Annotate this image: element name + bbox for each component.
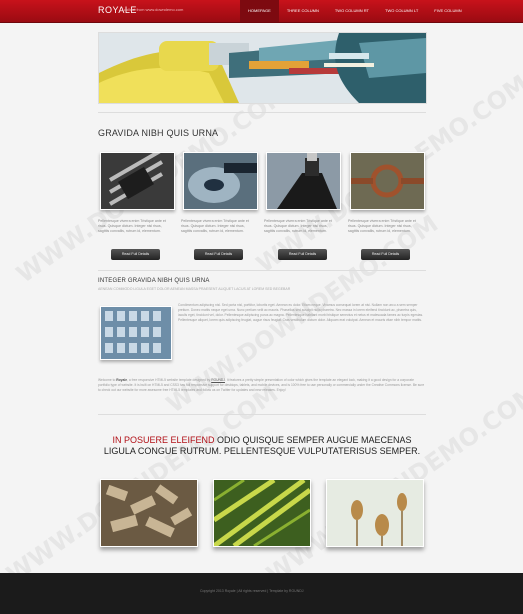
quote-banner: IN POSUERE ELEIFEND ODIO QUISQUE SEMPER … (98, 435, 426, 457)
leaves-image (213, 479, 311, 547)
quote-highlight: IN POSUERE ELEIFEND (112, 435, 215, 445)
read-details-button-3[interactable]: Read Full Details (278, 249, 327, 260)
wood-image (100, 479, 198, 547)
section-body-text: Condimentum adipiscing nisl. Sed porta n… (178, 303, 424, 322)
top-bar: ROYALE collect from www.downdemo.com HOM… (0, 0, 523, 23)
feature-image-2 (183, 152, 258, 210)
divider (98, 270, 426, 271)
main-nav: HOMEPAGE THREE COLUMN TWO COLUMN RT TWO … (240, 0, 470, 22)
feature-image-3 (266, 152, 341, 210)
divider (98, 112, 426, 113)
hero-banner-image (98, 32, 427, 104)
site-tagline: collect from www.downdemo.com (124, 7, 184, 12)
nav-two-column-rt[interactable]: TWO COLUMN RT (327, 0, 377, 22)
designer-link[interactable]: ROUNDJ (211, 378, 225, 382)
nav-five-column[interactable]: FIVE COLUMN (426, 0, 469, 22)
feature-text-3: Pellentesque viverra enim Tristique ante… (264, 219, 332, 233)
feature-image-1 (100, 152, 175, 210)
divider (98, 414, 426, 415)
building-image (100, 306, 172, 360)
read-details-button-1[interactable]: Read Full Details (111, 249, 160, 260)
nav-three-column[interactable]: THREE COLUMN (279, 0, 327, 22)
plant-image (326, 479, 424, 547)
brand-name: Royale (116, 378, 128, 382)
section-subtitle: AENEAN COMMODO LIGULA EGET DOLOR AENEAN … (98, 287, 291, 291)
nav-homepage[interactable]: HOMEPAGE (240, 0, 279, 22)
section-title: INTEGER GRAVIDA NIBH QUIS URNA (98, 278, 210, 284)
feature-text-4: Pellentesque viverra enim Tristique ante… (348, 219, 416, 233)
read-details-button-2[interactable]: Read Full Details (194, 249, 243, 260)
intro-paragraph: Welcome to Royale, a free responsive HTM… (98, 378, 426, 393)
section-title: GRAVIDA NIBH QUIS URNA (98, 128, 219, 138)
footer: Copyright 2013 Royale | All rights reser… (0, 573, 523, 614)
feature-text-2: Pellentesque viverra enim Tristique ante… (181, 219, 249, 233)
footer-copyright: Copyright 2013 Royale | All rights reser… (200, 589, 304, 593)
intro-prefix: Welcome to (98, 378, 117, 382)
feature-image-4 (350, 152, 425, 210)
feature-text-1: Pellentesque viverra enim Tristique ante… (98, 219, 166, 233)
read-details-button-4[interactable]: Read Full Details (361, 249, 410, 260)
intro-mid: , a free responsive HTML5 website templa… (127, 378, 212, 382)
nav-two-column-lt[interactable]: TWO COLUMN LT (377, 0, 426, 22)
